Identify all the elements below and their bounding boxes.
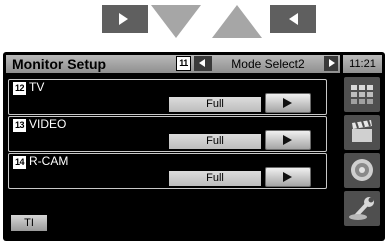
callout-video: 13	[12, 118, 27, 133]
rcam-value: Full	[169, 171, 261, 186]
menu-button[interactable]	[344, 77, 380, 112]
tv-row: 12 TV Full	[8, 79, 327, 115]
audio-button[interactable]	[344, 153, 380, 188]
play-right-icon	[283, 98, 292, 108]
wrench-icon	[349, 197, 374, 220]
video-value: Full	[169, 134, 261, 149]
video-setting-button[interactable]	[265, 130, 311, 150]
setup-button[interactable]	[344, 191, 380, 226]
callout-rcam: 14	[12, 155, 27, 170]
video-label: VIDEO	[29, 117, 67, 131]
callout-tv: 12	[12, 81, 27, 96]
play-right-icon	[283, 172, 292, 182]
play-right-icon	[283, 135, 292, 145]
next-page-button[interactable]	[102, 5, 148, 33]
triangle-down-icon	[151, 5, 201, 38]
video-source-button[interactable]	[344, 115, 380, 150]
callout-mode: 11	[176, 56, 191, 71]
tv-value: Full	[169, 97, 261, 112]
ti-button[interactable]: TI	[11, 215, 47, 231]
mode-next-button[interactable]	[324, 56, 338, 71]
clock-display: 11:21	[343, 55, 382, 73]
triangle-up-icon	[212, 5, 262, 38]
clapperboard-icon	[352, 119, 372, 142]
arrow-left-icon	[199, 59, 205, 67]
rcam-setting-button[interactable]	[265, 167, 311, 187]
video-row: 13 VIDEO Full	[8, 116, 327, 152]
mode-prev-button[interactable]	[194, 56, 212, 71]
play-left-icon	[289, 13, 298, 25]
tv-label: TV	[29, 80, 45, 94]
mode-select-label: Mode Select2	[231, 57, 305, 71]
tv-setting-button[interactable]	[265, 93, 311, 113]
previous-page-button[interactable]	[270, 5, 316, 33]
screen-header: Monitor Setup 11 Mode Select2	[6, 55, 340, 73]
rcam-row: 14 R-CAM Full	[8, 153, 327, 189]
arrow-right-icon	[329, 59, 335, 67]
play-right-icon	[119, 13, 128, 25]
speaker-icon	[351, 159, 373, 181]
page-title: Monitor Setup	[12, 56, 107, 72]
rcam-label: R-CAM	[29, 154, 69, 168]
grid-menu-icon	[351, 85, 373, 104]
monitor-setup-screen: Monitor Setup 11 Mode Select2 11:21 12 T…	[3, 52, 385, 241]
